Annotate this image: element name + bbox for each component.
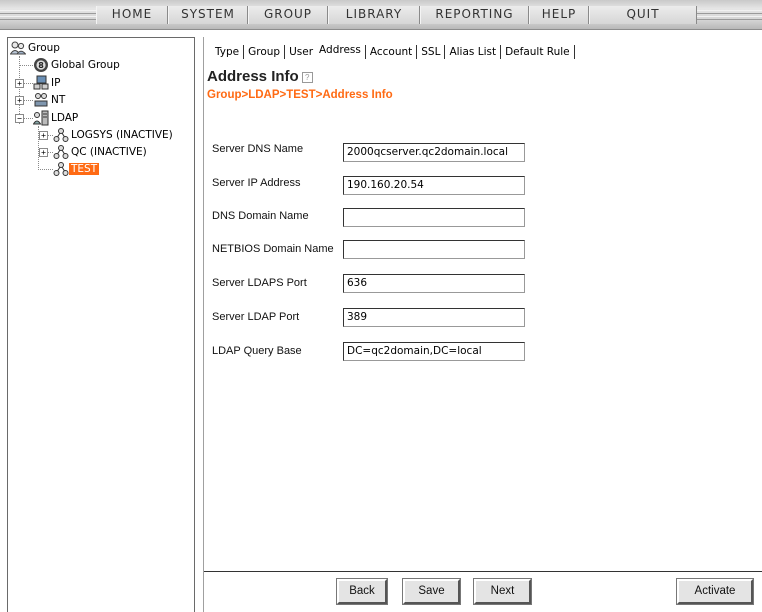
tab-address[interactable]: Address [319, 44, 361, 56]
tab-alias-list[interactable]: Alias List [449, 46, 496, 58]
breadcrumb: Group>LDAP>TEST>Address Info [207, 89, 393, 101]
tab-separator [444, 45, 446, 59]
tab-bar: Type Group User Address Account SSL Alia… [215, 44, 579, 59]
tab-separator [243, 45, 245, 59]
tree-connector [24, 100, 33, 101]
ldap-node-icon [53, 145, 69, 159]
tab-type[interactable]: Type [215, 46, 239, 58]
tree-item-global-group[interactable]: 8 Global Group [33, 57, 122, 73]
label-server-ip-address: Server IP Address [212, 177, 301, 189]
tab-account[interactable]: Account [370, 46, 412, 58]
menu-system[interactable]: SYSTEM [168, 6, 248, 24]
tree-label-ip[interactable]: IP [49, 77, 62, 89]
label-netbios-domain-name: NETBIOS Domain Name [212, 243, 334, 255]
tree-label-logsys[interactable]: LOGSYS (INACTIVE) [69, 129, 175, 141]
tab-user[interactable]: User [289, 46, 313, 58]
server-ldap-port-input[interactable]: 389 [343, 308, 525, 327]
network-icon [33, 75, 49, 90]
menu-reporting[interactable]: REPORTING [420, 6, 529, 24]
label-server-dns-name: Server DNS Name [212, 143, 304, 155]
menu-group[interactable]: GROUP [248, 6, 328, 24]
tab-separator [500, 45, 502, 59]
tree-label-group[interactable]: Group [26, 42, 62, 54]
tree-label-qc[interactable]: QC (INACTIVE) [69, 146, 149, 158]
ldap-query-base-input[interactable]: DC=qc2domain,DC=local [343, 342, 525, 361]
tree-item-ip[interactable]: IP [33, 75, 62, 91]
tree-item-qc[interactable]: QC (INACTIVE) [53, 144, 149, 160]
group-tree-pane: Group 8 Global Group + IP + NT − LDAP + … [7, 37, 195, 612]
tab-separator [284, 45, 286, 59]
tab-group[interactable]: Group [248, 46, 280, 58]
tab-default-rule[interactable]: Default Rule [505, 46, 570, 58]
tree-label-ldap[interactable]: LDAP [49, 112, 80, 124]
tree-item-nt[interactable]: NT [33, 92, 67, 108]
tab-separator [364, 45, 366, 59]
label-ldap-query-base: LDAP Query Base [212, 345, 302, 357]
bottom-divider [204, 571, 762, 572]
tree-item-ldap[interactable]: LDAP [33, 110, 80, 126]
top-menu-bar: HOME SYSTEM GROUP LIBRARY REPORTING HELP… [0, 0, 762, 30]
tree-connector [38, 169, 53, 170]
expand-logsys-icon[interactable]: + [39, 131, 48, 140]
label-dns-domain-name: DNS Domain Name [212, 210, 309, 222]
menu-right-cap [697, 6, 762, 24]
dns-domain-name-input[interactable] [343, 208, 525, 227]
tree-item-logsys[interactable]: LOGSYS (INACTIVE) [53, 127, 175, 143]
expand-ip-icon[interactable]: + [15, 79, 24, 88]
tree-label-test[interactable]: TEST [69, 163, 100, 175]
expand-qc-icon[interactable]: + [39, 148, 48, 157]
tab-separator [573, 45, 575, 59]
menu-home[interactable]: HOME [96, 6, 168, 24]
tree-label-nt[interactable]: NT [49, 94, 67, 106]
menu-items: HOME SYSTEM GROUP LIBRARY REPORTING HELP… [96, 6, 697, 24]
collapse-ldap-icon[interactable]: − [15, 114, 24, 123]
server-icon [33, 110, 49, 126]
server-ldaps-port-input[interactable]: 636 [343, 274, 525, 293]
tab-separator [416, 45, 418, 59]
help-icon[interactable]: ? [301, 72, 313, 83]
tab-ssl[interactable]: SSL [421, 46, 440, 58]
server-ip-address-input[interactable]: 190.160.20.54 [343, 176, 525, 195]
next-button[interactable]: Next [474, 579, 531, 604]
page-title-text: Address Info [207, 68, 299, 85]
server-dns-name-input[interactable]: 2000qcserver.qc2domain.local [343, 143, 525, 162]
label-server-ldap-port: Server LDAP Port [212, 311, 300, 323]
menu-library[interactable]: LIBRARY [328, 6, 420, 24]
netbios-domain-name-input[interactable] [343, 240, 525, 259]
menu-left-cap [0, 6, 96, 24]
content-pane: Type Group User Address Account SSL Alia… [203, 37, 762, 612]
tree-connector [19, 65, 33, 66]
expand-nt-icon[interactable]: + [15, 96, 24, 105]
activate-button[interactable]: Activate [677, 579, 753, 604]
network-group-icon [34, 93, 48, 107]
tree-item-group[interactable]: Group [10, 40, 62, 56]
users-icon [10, 41, 26, 55]
menu-quit[interactable]: QUIT [589, 6, 697, 24]
globe-icon: 8 [34, 58, 48, 72]
ldap-node-icon [53, 128, 69, 142]
label-server-ldaps-port: Server LDAPS Port [212, 277, 307, 289]
menu-help[interactable]: HELP [529, 6, 589, 24]
page-title: Address Info? [207, 68, 313, 85]
ldap-node-icon [53, 162, 69, 176]
tree-connector [24, 83, 33, 84]
back-button[interactable]: Back [337, 579, 387, 604]
tree-connector [24, 118, 33, 119]
tree-label-global-group[interactable]: Global Group [49, 59, 122, 71]
svg-text:8: 8 [38, 61, 44, 70]
tree-item-test[interactable]: TEST [53, 161, 100, 177]
save-button[interactable]: Save [403, 579, 460, 604]
